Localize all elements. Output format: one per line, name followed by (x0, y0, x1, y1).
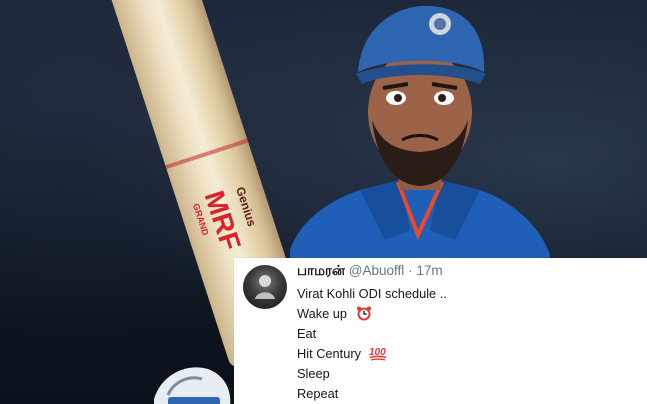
tweet-line: Virat Kohli ODI schedule .. (297, 284, 637, 304)
batting-gloves (150, 355, 240, 404)
alarm-clock-icon (355, 305, 373, 321)
meta-separator: · (408, 263, 413, 278)
tweet-line: Hit Century 100 (297, 344, 637, 364)
user-handle[interactable]: @Abuoffl (349, 263, 405, 278)
tweet-line-text: Sleep (297, 366, 330, 381)
display-name[interactable]: பாமரன் (297, 263, 345, 278)
tweet-line-text: Eat (297, 326, 317, 341)
tweet-line-text: Hit Century (297, 346, 362, 361)
tweet-line: Eat (297, 324, 637, 344)
bat-trim (165, 138, 249, 170)
hundred-points-icon: 100 (369, 345, 387, 361)
image-frame: GRAND MRF Genius பாமரன் @Abuoffl · 17m V… (0, 0, 647, 404)
tweet-line-text: Wake up (297, 306, 348, 321)
tweet-line-text: Repeat (297, 386, 339, 401)
avatar-image-icon (255, 275, 275, 299)
tweet-header: பாமரன் @Abuoffl · 17m (297, 263, 443, 279)
avatar[interactable] (243, 265, 287, 309)
tweet-line: Repeat (297, 384, 637, 404)
tweet-line: Sleep (297, 364, 637, 384)
tweet-line-text: Virat Kohli ODI schedule .. (297, 286, 447, 301)
tweet-card: பாமரன் @Abuoffl · 17m Virat Kohli ODI sc… (234, 258, 647, 404)
tweet-body: Virat Kohli ODI schedule .. Wake up Eat (297, 284, 637, 404)
tweet-time[interactable]: 17m (416, 263, 442, 278)
tweet-line: Wake up (297, 304, 637, 324)
